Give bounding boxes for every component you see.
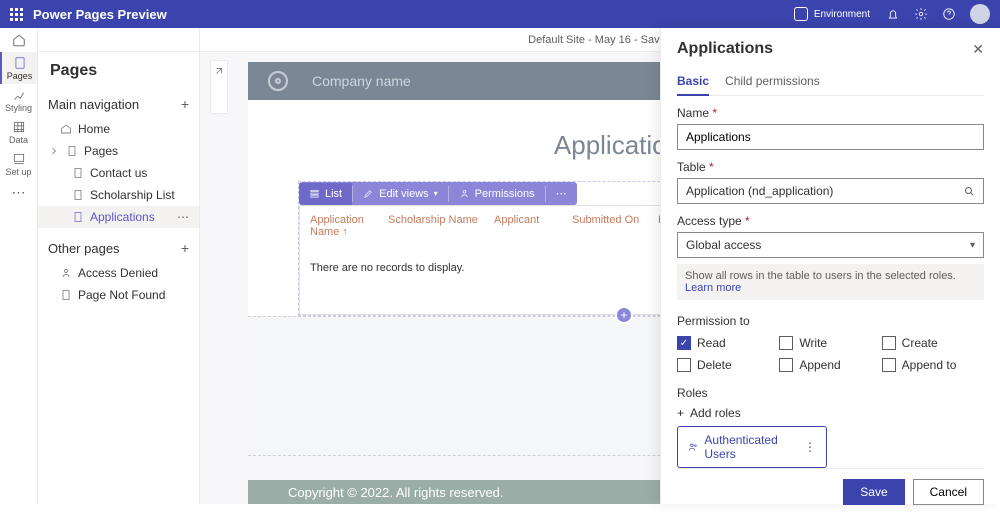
tb-list[interactable]: List xyxy=(299,183,352,205)
add-section-button[interactable]: + xyxy=(615,306,633,324)
permission-checks: ✓Read Write Create Delete Append Append … xyxy=(677,336,984,372)
app-launcher-icon[interactable] xyxy=(10,8,23,21)
environment-picker[interactable]: Environment xyxy=(794,7,870,21)
rail-data[interactable]: Data xyxy=(0,116,37,148)
tree-scholarship[interactable]: Scholarship List xyxy=(38,184,199,206)
name-input[interactable] xyxy=(677,124,984,150)
perm-delete[interactable]: Delete xyxy=(677,358,779,372)
panel-title: Applications xyxy=(677,40,773,58)
tb-permissions[interactable]: Permissions xyxy=(449,183,545,205)
home-icon[interactable] xyxy=(0,28,37,52)
top-bar: Power Pages Preview Environment xyxy=(0,0,1000,28)
permission-to-label: Permission to xyxy=(677,314,984,328)
access-select[interactable]: Global access▾ xyxy=(677,232,984,258)
add-other-page-icon[interactable]: + xyxy=(181,240,189,256)
rail-more[interactable]: ⋯ xyxy=(12,184,26,201)
more-icon[interactable]: ⋯ xyxy=(177,210,189,224)
left-rail: Pages Styling Data Set up ⋯ xyxy=(0,28,38,504)
site-logo-icon xyxy=(268,71,288,91)
table-label: Table xyxy=(677,160,984,174)
access-hint: Show all rows in the table to users in t… xyxy=(677,264,984,300)
avatar[interactable] xyxy=(970,4,990,24)
notifications-icon[interactable] xyxy=(886,7,900,21)
main-nav-section: Main navigation+ xyxy=(38,90,199,118)
list-toolbar: List Edit views▾ Permissions ⋯ xyxy=(299,182,577,205)
tree-access-denied[interactable]: Access Denied xyxy=(38,262,199,284)
perm-append-to[interactable]: Append to xyxy=(882,358,984,372)
role-authenticated[interactable]: Authenticated Users ⋮ xyxy=(677,426,827,468)
name-label: Name xyxy=(677,106,984,120)
roles-label: Roles xyxy=(677,386,984,400)
tree-not-found[interactable]: Page Not Found xyxy=(38,284,199,306)
tree-pages[interactable]: Pages xyxy=(38,140,199,162)
col-app-name[interactable]: Application Name ↑ xyxy=(310,214,372,238)
cancel-button[interactable]: Cancel xyxy=(913,479,984,505)
rail-setup[interactable]: Set up xyxy=(0,148,37,180)
perm-create[interactable]: Create xyxy=(882,336,984,350)
sidebar-title: Pages xyxy=(38,52,199,90)
environment-icon xyxy=(794,7,808,21)
perm-read[interactable]: ✓Read xyxy=(677,336,779,350)
site-brand: Company name xyxy=(312,73,411,89)
tree-home[interactable]: Home xyxy=(38,118,199,140)
col-submitted[interactable]: Submitted On xyxy=(572,214,642,238)
save-button[interactable]: Save xyxy=(843,479,904,505)
help-icon[interactable] xyxy=(942,7,956,21)
gear-icon[interactable] xyxy=(914,7,928,21)
add-roles-button[interactable]: +Add roles xyxy=(677,406,984,420)
canvas-tools[interactable] xyxy=(210,60,228,114)
tree-applications[interactable]: Applications⋯ xyxy=(38,206,199,228)
add-page-icon[interactable]: + xyxy=(181,96,189,112)
col-applicant[interactable]: Applicant xyxy=(494,214,556,238)
col-scholarship[interactable]: Scholarship Name xyxy=(388,214,478,238)
tab-basic[interactable]: Basic xyxy=(677,68,709,96)
other-pages-section: Other pages+ xyxy=(38,234,199,262)
learn-more-link[interactable]: Learn more xyxy=(685,282,741,294)
rail-pages[interactable]: Pages xyxy=(0,52,37,84)
tb-more[interactable]: ⋯ xyxy=(546,182,577,205)
role-more-icon[interactable]: ⋮ xyxy=(804,440,816,454)
close-icon[interactable]: ✕ xyxy=(972,41,984,58)
table-select[interactable]: Application (nd_application) xyxy=(677,178,984,204)
people-icon xyxy=(688,441,698,453)
tree-contact[interactable]: Contact us xyxy=(38,162,199,184)
rail-styling[interactable]: Styling xyxy=(0,84,37,116)
search-icon xyxy=(963,185,975,197)
access-label: Access type xyxy=(677,214,984,228)
product-title: Power Pages Preview xyxy=(33,7,167,22)
chevron-down-icon: ▾ xyxy=(970,240,975,251)
tab-child[interactable]: Child permissions xyxy=(725,68,820,95)
tb-edit-views[interactable]: Edit views▾ xyxy=(353,183,448,205)
perm-write[interactable]: Write xyxy=(779,336,881,350)
perm-append[interactable]: Append xyxy=(779,358,881,372)
pages-sidebar: Pages Main navigation+ Home Pages Contac… xyxy=(38,28,200,504)
chevron-right-icon xyxy=(48,145,60,157)
permissions-panel: Applications ✕ Basic Child permissions N… xyxy=(660,28,1000,504)
